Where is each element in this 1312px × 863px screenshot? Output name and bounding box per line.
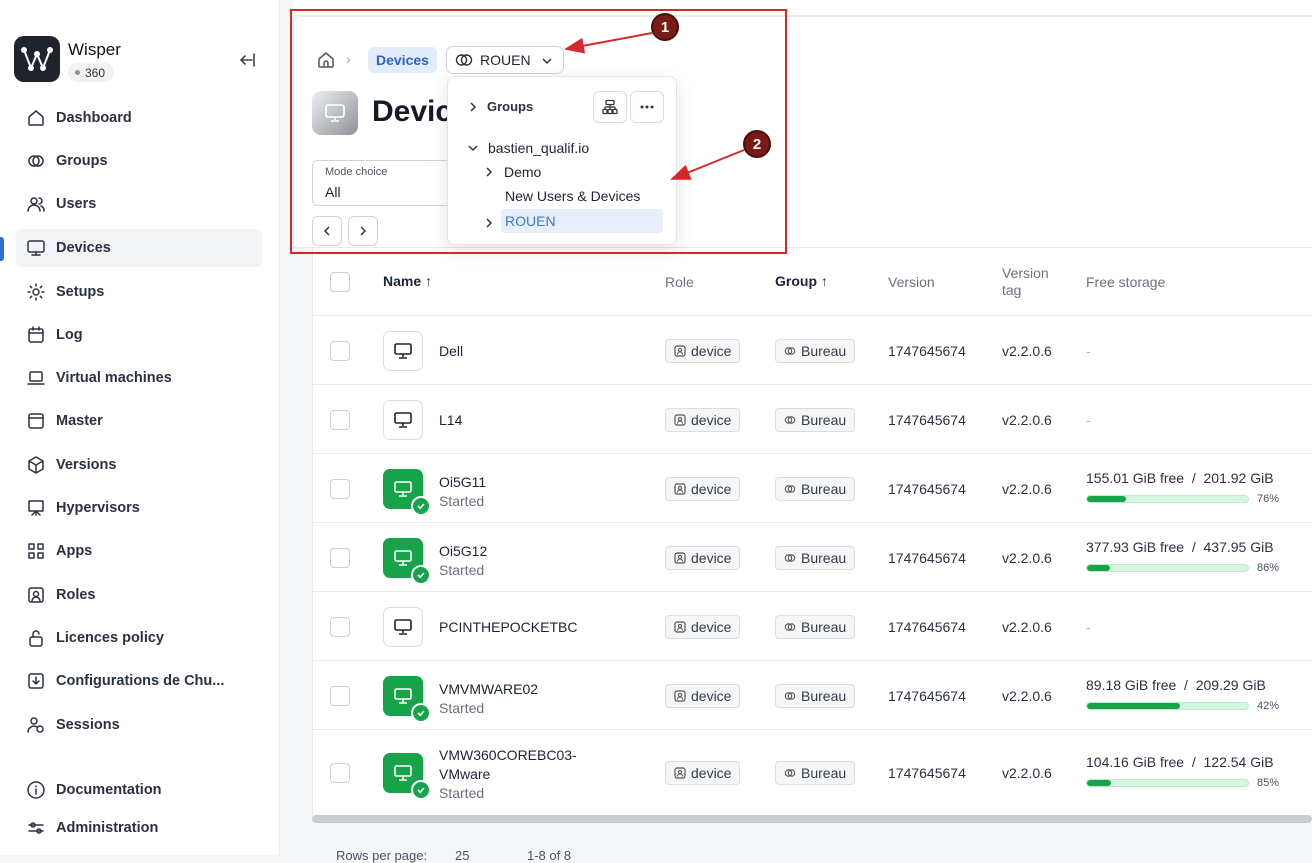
- annotation-marker-2: 2: [743, 130, 771, 158]
- annotation-marker-1: 1: [651, 13, 679, 41]
- annotation-arrows: [564, 32, 745, 180]
